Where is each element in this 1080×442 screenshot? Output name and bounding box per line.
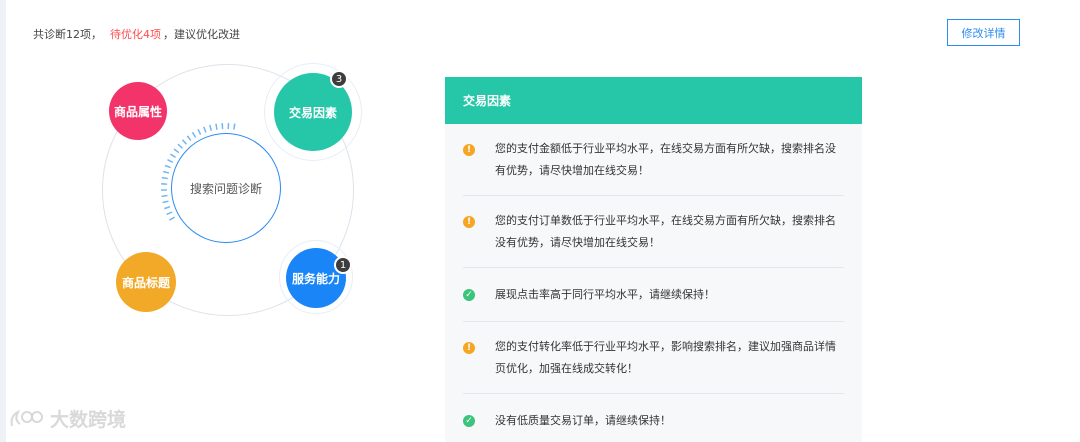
node-product-title[interactable]: 商品标题 (116, 252, 176, 312)
diagnosis-summary: 共诊断12项， 待优化4项 ，建议优化改进 (33, 26, 240, 42)
warning-icon: ! (463, 216, 475, 228)
left-rail (0, 0, 6, 442)
summary-total: 共诊断12项， (33, 28, 102, 41)
watermark-text: 大数跨境 (50, 409, 127, 431)
count-badge: 1 (334, 256, 352, 274)
watermark: 大数跨境 (8, 405, 126, 432)
warning-icon: ! (463, 144, 475, 156)
list-item: ! 您的支付转化率低于行业平均水平，影响搜索排名，建议加强商品详情页优化，加强在… (463, 322, 844, 394)
count-badge: 3 (330, 70, 348, 88)
search-diagnosis-diagram: 搜索问题诊断 商品属性 交易因素 3 商品标题 服务能力 1 (90, 58, 390, 338)
node-label: 商品标题 (121, 275, 170, 290)
warning-icon: ! (463, 342, 475, 354)
list-item: ! 您的支付订单数低于行业平均水平，在线交易方面有所欠缺，搜索排名没有优势，请尽… (463, 196, 844, 268)
item-text: 没有低质量交易订单，请继续保持！ (495, 414, 671, 427)
item-text: 您的支付订单数低于行业平均水平，在线交易方面有所欠缺，搜索排名没有优势，请尽快增… (495, 214, 836, 249)
list-item: ! 您的支付金额低于行业平均水平，在线交易方面有所欠缺，搜索排名没有优势，请尽快… (463, 124, 844, 196)
check-icon: ✓ (463, 415, 475, 427)
transaction-factors-panel: 交易因素 ! 您的支付金额低于行业平均水平，在线交易方面有所欠缺，搜索排名没有优… (445, 77, 862, 442)
summary-pending: 待优化4项 (110, 28, 161, 41)
list-item: ✓ 没有低质量交易订单，请继续保持！ (463, 394, 844, 442)
edit-details-button[interactable]: 修改详情 (947, 19, 1020, 46)
node-product-attributes[interactable]: 商品属性 (109, 82, 167, 140)
item-text: 展现点击率高于同行平均水平，请继续保持！ (495, 288, 715, 301)
item-text: 您的支付转化率低于行业平均水平，影响搜索排名，建议加强商品详情页优化，加强在线成… (495, 340, 836, 375)
center-label: 搜索问题诊断 (189, 181, 262, 196)
panel-title: 交易因素 (445, 77, 862, 124)
summary-suffix: ，建议优化改进 (163, 28, 240, 41)
watermark-logo-icon (10, 409, 43, 426)
item-text: 您的支付金额低于行业平均水平，在线交易方面有所欠缺，搜索排名没有优势，请尽快增加… (495, 142, 836, 177)
node-label: 交易因素 (288, 105, 337, 120)
node-label: 服务能力 (291, 271, 340, 286)
center-diagnosis-circle: 搜索问题诊断 (171, 133, 281, 243)
check-icon: ✓ (463, 289, 475, 301)
list-item: ✓ 展现点击率高于同行平均水平，请继续保持！ (463, 268, 844, 322)
node-label: 商品属性 (113, 104, 162, 119)
